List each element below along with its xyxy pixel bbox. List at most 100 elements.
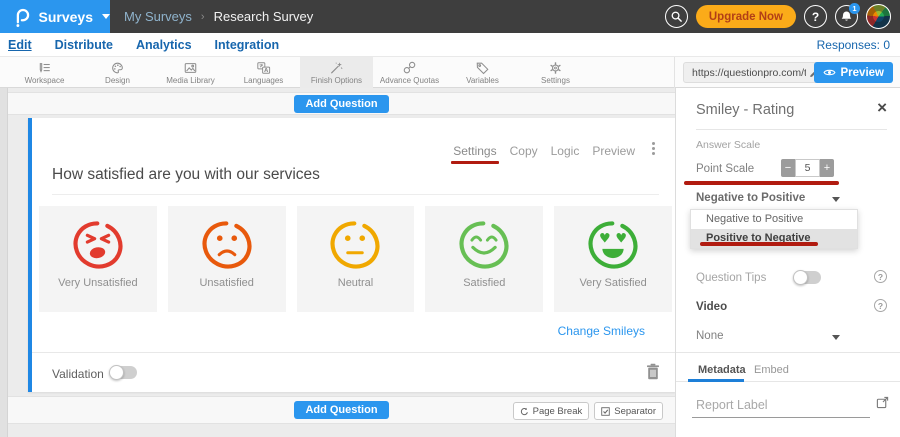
smiley-option[interactable]: Very Unsatisfied bbox=[39, 206, 157, 312]
separator-label: Separator bbox=[614, 406, 656, 417]
smiley-option[interactable]: Neutral bbox=[297, 206, 415, 312]
tab-integration[interactable]: Integration bbox=[215, 38, 280, 52]
help-button[interactable]: ? bbox=[804, 5, 827, 28]
smiley-label: Very Satisfied bbox=[579, 277, 646, 289]
topbar-actions: Upgrade Now ? 1 bbox=[665, 0, 891, 33]
point-scale-minus-button[interactable]: − bbox=[781, 159, 795, 177]
left-scroll-track[interactable] bbox=[0, 88, 8, 437]
breadcrumb-current-survey: Research Survey bbox=[214, 9, 314, 24]
question-tab-copy[interactable]: Copy bbox=[510, 144, 538, 158]
smiley-label: Very Unsatisfied bbox=[58, 277, 137, 289]
open-external-icon[interactable] bbox=[876, 396, 889, 409]
breadcrumb-separator: › bbox=[201, 11, 205, 23]
toolbar-design[interactable]: Design bbox=[81, 57, 154, 88]
question-card: Settings Copy Logic Preview How satisfie… bbox=[28, 118, 675, 392]
panel-tab-metadata[interactable]: Metadata bbox=[698, 364, 746, 376]
validation-label: Validation bbox=[52, 367, 104, 381]
smiley-option[interactable]: Satisfied bbox=[425, 206, 543, 312]
question-title[interactable]: How satisfied are you with our services bbox=[52, 166, 320, 184]
scale-direction-select[interactable]: Negative to Positive bbox=[696, 192, 805, 204]
question-tips-toggle[interactable] bbox=[794, 271, 821, 284]
chain-icon bbox=[402, 61, 417, 75]
survey-nav-bar: Edit Distribute Analytics Integration Re… bbox=[0, 33, 900, 57]
toolbar-advance-quotas[interactable]: Advance Quotas bbox=[373, 57, 446, 88]
breadcrumb-my-surveys[interactable]: My Surveys bbox=[124, 9, 192, 24]
video-select[interactable]: None bbox=[696, 330, 724, 342]
search-icon bbox=[670, 10, 683, 23]
smiley-option[interactable]: Unsatisfied bbox=[168, 206, 286, 312]
smiley-frown-icon bbox=[198, 215, 256, 273]
validation-toggle[interactable] bbox=[110, 366, 137, 379]
close-panel-icon[interactable]: × bbox=[877, 98, 887, 118]
survey-url-field bbox=[683, 62, 825, 83]
answer-scale-label: Answer Scale bbox=[696, 139, 760, 151]
video-help-icon[interactable]: ? bbox=[874, 299, 887, 312]
add-question-button-top[interactable]: Add Question bbox=[294, 95, 388, 113]
tag-icon bbox=[475, 61, 490, 75]
search-button[interactable] bbox=[665, 5, 688, 28]
editor-main: Add Question Settings Copy Logic Preview… bbox=[0, 88, 900, 437]
svg-text:♥: ♥ bbox=[599, 232, 611, 247]
smiley-row: Very Unsatisfied Unsatisfied Neutral Satisf… bbox=[39, 206, 672, 312]
separator-button[interactable]: Separator bbox=[594, 402, 663, 420]
page-break-label: Page Break bbox=[533, 406, 583, 417]
survey-canvas: Add Question Settings Copy Logic Preview… bbox=[8, 88, 675, 437]
question-tab-logic[interactable]: Logic bbox=[551, 144, 580, 158]
page-break-button[interactable]: Page Break bbox=[513, 402, 590, 420]
question-tips-help-icon[interactable]: ? bbox=[874, 270, 887, 283]
toolbar-settings[interactable]: Settings bbox=[519, 57, 592, 88]
preview-button[interactable]: Preview bbox=[814, 62, 893, 83]
toolbar-finish-options[interactable]: Finish Options bbox=[300, 57, 373, 88]
annotation-underline-positive-to-negative bbox=[700, 242, 818, 246]
notifications-button[interactable]: 1 bbox=[835, 5, 858, 28]
direction-option[interactable]: Negative to Positive bbox=[691, 210, 857, 229]
change-smileys-link[interactable]: Change Smileys bbox=[558, 324, 645, 338]
question-tab-preview[interactable]: Preview bbox=[592, 144, 635, 158]
toolbar-variables[interactable]: Variables bbox=[446, 57, 519, 88]
avatar[interactable] bbox=[866, 4, 891, 29]
tab-analytics[interactable]: Analytics bbox=[136, 38, 192, 52]
translate-icon: A bbox=[256, 61, 271, 75]
smiley-neutral-icon bbox=[326, 215, 384, 273]
product-switcher[interactable]: Surveys bbox=[0, 0, 110, 33]
tab-edit[interactable]: Edit bbox=[8, 38, 32, 52]
magic-wand-icon bbox=[329, 61, 344, 75]
toolbar-label: Design bbox=[105, 76, 130, 85]
question-title-divider bbox=[52, 194, 659, 195]
scale-direction-caret-icon[interactable] bbox=[832, 197, 840, 202]
eye-icon bbox=[823, 68, 836, 77]
toolbar-media-library[interactable]: Media Library bbox=[154, 57, 227, 88]
point-scale-plus-button[interactable]: + bbox=[820, 159, 834, 177]
panel-tab-embed[interactable]: Embed bbox=[754, 364, 789, 376]
toolbar-languages[interactable]: A Languages bbox=[227, 57, 300, 88]
smiley-option[interactable]: ♥♥ Very Satisfied bbox=[554, 206, 672, 312]
question-tab-settings[interactable]: Settings bbox=[453, 144, 496, 158]
video-label: Video bbox=[696, 301, 727, 313]
question-card-tabs: Settings Copy Logic Preview bbox=[453, 144, 635, 158]
question-footer-divider bbox=[32, 352, 675, 353]
smiley-label: Neutral bbox=[338, 277, 373, 289]
toolbar-label: Settings bbox=[541, 76, 570, 85]
survey-url-input[interactable] bbox=[684, 64, 824, 83]
gear-icon bbox=[548, 61, 563, 75]
question-more-menu-icon[interactable] bbox=[652, 142, 655, 155]
tab-distribute[interactable]: Distribute bbox=[55, 38, 113, 52]
survey-editor-app: Surveys My Surveys › Research Survey Upg… bbox=[0, 0, 900, 437]
responses-count[interactable]: Responses: 0 bbox=[817, 33, 890, 57]
video-select-caret-icon[interactable] bbox=[832, 335, 840, 340]
workspace-list-icon bbox=[37, 61, 52, 75]
add-question-button-bottom[interactable]: Add Question bbox=[294, 401, 388, 419]
report-label-input[interactable] bbox=[692, 394, 870, 418]
smiley-heart-icon: ♥♥ bbox=[584, 215, 642, 273]
smiley-cry-icon bbox=[69, 215, 127, 273]
point-scale-value: 5 bbox=[795, 159, 820, 177]
toolbar-workspace[interactable]: Workspace bbox=[8, 57, 81, 88]
insert-controls: Page Break Separator bbox=[513, 402, 663, 420]
notification-badge: 1 bbox=[849, 3, 860, 14]
upgrade-now-button[interactable]: Upgrade Now bbox=[696, 5, 796, 28]
questionpro-logo-icon bbox=[13, 5, 30, 29]
delete-question-trash-icon[interactable] bbox=[646, 363, 660, 380]
active-tab-underline bbox=[688, 379, 744, 382]
toolbar-label: Advance Quotas bbox=[380, 76, 439, 85]
point-scale-stepper: − 5 + bbox=[781, 159, 834, 177]
